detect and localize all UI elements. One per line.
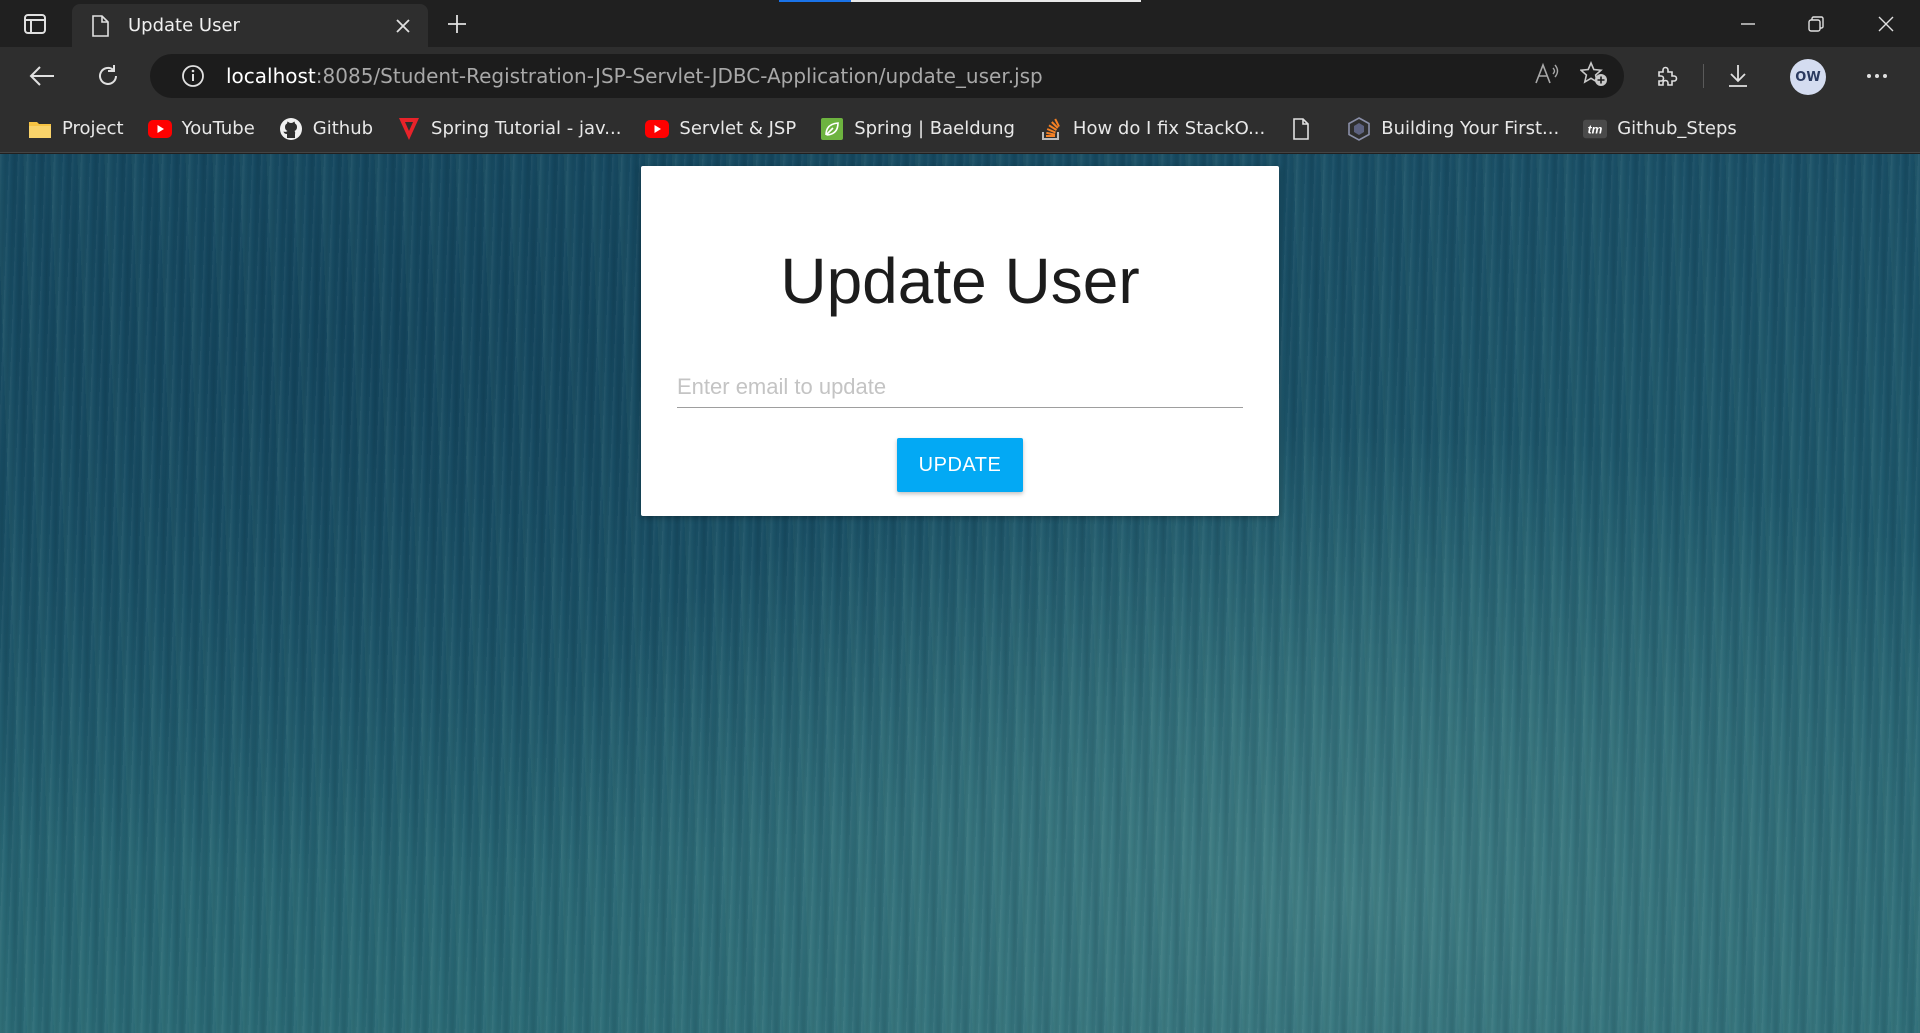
- url-text[interactable]: localhost:8085/Student-Registration-JSP-…: [226, 64, 1043, 88]
- url-host: localhost: [226, 64, 316, 88]
- info-icon: [182, 65, 204, 87]
- bookmark-youtube[interactable]: YouTube: [140, 111, 263, 147]
- downloads-button[interactable]: [1718, 56, 1758, 96]
- more-menu-button[interactable]: [1857, 56, 1897, 96]
- bookmark-spring-baeldung[interactable]: Spring | Baeldung: [812, 111, 1023, 147]
- minimize-icon: [1741, 22, 1755, 25]
- add-favorite-button[interactable]: [1579, 60, 1608, 91]
- address-bar[interactable]: localhost:8085/Student-Registration-JSP-…: [150, 54, 1624, 98]
- tab-actions-icon: [24, 14, 46, 34]
- back-arrow-icon: [29, 66, 54, 86]
- bookmark-untitled-page[interactable]: [1281, 111, 1331, 147]
- bookmark-servlet-jsp[interactable]: Servlet & JSP: [637, 111, 804, 147]
- update-user-card: Update User UPDATE: [641, 166, 1279, 516]
- bookmark-label: Github_Steps: [1617, 118, 1737, 139]
- bookmark-label: Servlet & JSP: [679, 118, 797, 139]
- bookmark-building-your-first[interactable]: Building Your First...: [1339, 111, 1567, 147]
- plus-icon: [448, 15, 466, 33]
- bookmark-spring-tutorial[interactable]: Spring Tutorial - jav...: [389, 111, 629, 147]
- folder-icon: [28, 117, 52, 141]
- read-aloud-icon: [1535, 62, 1559, 84]
- back-button[interactable]: [22, 56, 62, 96]
- toolbar-divider: [1703, 64, 1704, 88]
- youtube-icon: [645, 117, 670, 141]
- restore-icon: [1808, 15, 1824, 32]
- refresh-icon: [99, 65, 117, 85]
- email-input[interactable]: [677, 366, 1243, 408]
- tab-actions-button[interactable]: [14, 10, 56, 38]
- star-add-icon: [1579, 60, 1607, 86]
- site-info-button[interactable]: [172, 54, 214, 98]
- bookmark-github-steps[interactable]: tm Github_Steps: [1575, 111, 1745, 147]
- youtube-icon: [147, 117, 172, 141]
- close-tab-button[interactable]: [390, 13, 416, 39]
- page-viewport: Update User UPDATE: [0, 154, 1920, 1033]
- bookmark-label: Building Your First...: [1381, 118, 1560, 139]
- active-tab[interactable]: Update User: [72, 4, 428, 47]
- update-button[interactable]: UPDATE: [897, 438, 1023, 492]
- tm-icon: tm: [1583, 117, 1608, 141]
- bookmark-label: YouTube: [181, 118, 255, 139]
- minimize-button[interactable]: [1714, 0, 1782, 47]
- close-window-button[interactable]: [1852, 0, 1920, 47]
- extensions-button[interactable]: [1647, 56, 1687, 96]
- page-icon: [92, 14, 109, 37]
- download-icon: [1729, 65, 1747, 87]
- spring-tutorial-icon: [397, 117, 421, 141]
- refresh-button[interactable]: [88, 56, 128, 96]
- restore-button[interactable]: [1782, 0, 1850, 47]
- hexagon-icon: [1347, 116, 1371, 141]
- puzzle-icon: [1658, 66, 1678, 86]
- page-title: Update User: [780, 245, 1140, 317]
- bookmark-stackoverflow[interactable]: How do I fix StackO...: [1031, 111, 1273, 147]
- browser-toolbar: localhost:8085/Student-Registration-JSP-…: [0, 47, 1920, 105]
- tab-title: Update User: [128, 15, 240, 36]
- ellipsis-icon: [1867, 74, 1887, 78]
- new-tab-button[interactable]: [440, 8, 474, 40]
- profile-avatar[interactable]: OW: [1790, 59, 1826, 95]
- close-icon: [396, 18, 410, 33]
- github-icon: [279, 117, 303, 141]
- bookmark-label: Github: [312, 118, 374, 139]
- bookmark-label: Project: [62, 118, 124, 139]
- bookmark-label: Spring | Baeldung: [854, 118, 1015, 139]
- bookmark-label: How do I fix StackO...: [1072, 118, 1266, 139]
- bookmarks-bar: Project YouTube Github Spring Tutorial -…: [0, 105, 1920, 153]
- read-aloud-button[interactable]: [1534, 62, 1560, 90]
- bookmark-github[interactable]: Github: [271, 111, 381, 147]
- url-path: :8085/Student-Registration-JSP-Servlet-J…: [315, 64, 1043, 88]
- spring-leaf-icon: [820, 117, 844, 141]
- close-icon: [1878, 16, 1894, 31]
- loading-bar: [779, 0, 1141, 2]
- page-icon: [1289, 117, 1313, 141]
- bookmark-project[interactable]: Project: [20, 111, 132, 147]
- tab-strip: Update User: [0, 0, 1920, 47]
- bookmark-label: Spring Tutorial - jav...: [431, 118, 622, 139]
- svg-text:tm: tm: [1588, 122, 1603, 136]
- stackoverflow-icon: [1039, 117, 1063, 141]
